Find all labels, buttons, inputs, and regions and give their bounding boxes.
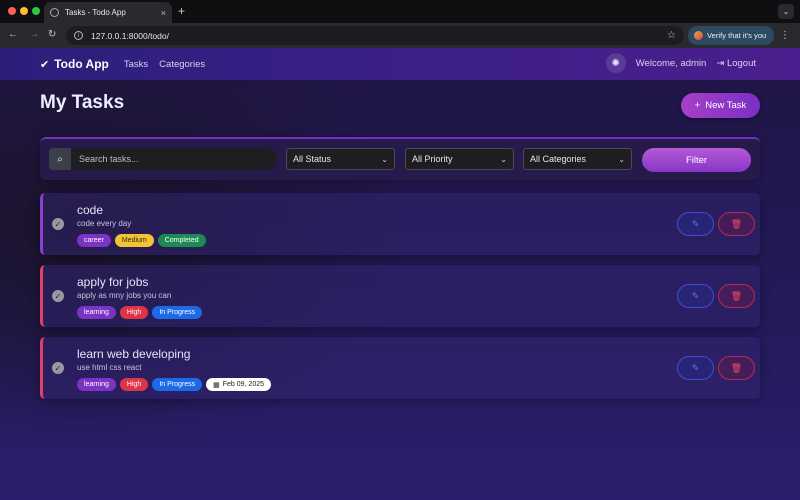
task-title: code bbox=[77, 203, 104, 217]
profile-icon bbox=[694, 31, 703, 40]
priority-badge: High bbox=[119, 306, 149, 319]
edit-task-button[interactable]: ✎ bbox=[677, 284, 714, 308]
task-description: code every day bbox=[77, 219, 132, 228]
page-title: My Tasks bbox=[40, 92, 125, 113]
navbar-user-area: ✺ Welcome, admin ⇥ Logout bbox=[605, 53, 756, 73]
browser-tab[interactable]: Tasks - Todo App × bbox=[44, 2, 172, 23]
plus-icon: + bbox=[694, 100, 701, 111]
app-body: ✔ Todo App Tasks Categories ✺ Welcome, a… bbox=[0, 48, 800, 500]
brand-link[interactable]: ✔ Todo App bbox=[40, 57, 109, 71]
task-check-icon[interactable]: ✓ bbox=[52, 362, 64, 374]
edit-task-button[interactable]: ✎ bbox=[677, 356, 714, 380]
trash-icon: 🗑 bbox=[730, 218, 743, 229]
navbar: ✔ Todo App Tasks Categories ✺ Welcome, a… bbox=[0, 48, 800, 80]
tab-search-button[interactable]: ⌄ bbox=[778, 4, 794, 19]
due-date-text: Feb 09, 2025 bbox=[222, 381, 265, 388]
task-title: learn web developing bbox=[77, 347, 191, 361]
logout-icon: ⇥ bbox=[716, 57, 725, 69]
edit-icon: ✎ bbox=[691, 362, 700, 373]
task-description: use html css react bbox=[77, 363, 142, 372]
delete-task-button[interactable]: 🗑 bbox=[718, 212, 755, 236]
check-double-icon: ✔ bbox=[40, 58, 50, 71]
brand-name: Todo App bbox=[54, 57, 109, 71]
chevron-down-icon: ⌄ bbox=[618, 154, 625, 164]
new-task-label: New Task bbox=[705, 100, 747, 111]
reload-icon[interactable]: ↻ bbox=[48, 29, 56, 40]
chevron-down-icon: ⌄ bbox=[500, 154, 507, 164]
task-card: ✓ learn web developing use html css reac… bbox=[40, 337, 760, 399]
status-badge: Completed bbox=[157, 234, 206, 247]
filter-bar: ⌕ All Status ⌄ All Priority ⌄ All Catego… bbox=[40, 137, 760, 180]
task-card: ✓ apply for jobs apply as mny jobs you c… bbox=[40, 265, 760, 327]
new-tab-button[interactable]: + bbox=[178, 4, 185, 18]
edit-icon: ✎ bbox=[691, 290, 700, 301]
nav-link-categories[interactable]: Categories bbox=[159, 59, 205, 70]
close-window-button[interactable] bbox=[8, 7, 16, 15]
forward-icon[interactable]: → bbox=[29, 29, 39, 40]
trash-icon: 🗑 bbox=[730, 362, 743, 373]
welcome-text: Welcome, admin bbox=[635, 57, 707, 69]
close-tab-icon[interactable]: × bbox=[161, 8, 166, 18]
browser-menu-icon[interactable]: ⋮ bbox=[780, 30, 790, 41]
browser-tab-bar: Tasks - Todo App × + ⌄ bbox=[0, 0, 800, 23]
category-select-value: All Categories bbox=[530, 154, 587, 164]
status-badge: In Progress bbox=[152, 306, 203, 319]
back-icon[interactable]: ← bbox=[8, 29, 18, 40]
priority-select-value: All Priority bbox=[412, 154, 453, 164]
task-check-icon[interactable]: ✓ bbox=[52, 218, 64, 230]
maximize-window-button[interactable] bbox=[32, 7, 40, 15]
task-title: apply for jobs bbox=[77, 275, 149, 289]
edit-task-button[interactable]: ✎ bbox=[677, 212, 714, 236]
delete-task-button[interactable]: 🗑 bbox=[718, 356, 755, 380]
logout-link[interactable]: ⇥ Logout bbox=[716, 58, 756, 69]
browser-toolbar: ← → ↻ i 127.0.0.1:8000/todo/ ☆ Verify th… bbox=[0, 23, 800, 48]
priority-select[interactable]: All Priority ⌄ bbox=[405, 148, 514, 170]
chevron-down-icon: ⌄ bbox=[381, 154, 388, 164]
edit-icon: ✎ bbox=[691, 218, 700, 229]
search-icon[interactable]: ⌕ bbox=[49, 148, 71, 170]
category-badge: learning bbox=[77, 306, 116, 319]
priority-badge: High bbox=[119, 378, 149, 391]
minimize-window-button[interactable] bbox=[20, 7, 28, 15]
task-check-icon[interactable]: ✓ bbox=[52, 290, 64, 302]
due-date-badge: ▦ Feb 09, 2025 bbox=[206, 378, 272, 391]
status-select-value: All Status bbox=[293, 154, 332, 164]
calendar-icon: ▦ bbox=[213, 381, 220, 389]
filter-button[interactable]: Filter bbox=[642, 148, 751, 172]
task-badges: career Medium Completed bbox=[77, 234, 206, 247]
status-badge: In Progress bbox=[152, 378, 203, 391]
logout-label: Logout bbox=[726, 57, 756, 69]
category-badge: learning bbox=[77, 378, 116, 391]
site-info-icon[interactable]: i bbox=[74, 31, 83, 40]
url-text: 127.0.0.1:8000/todo/ bbox=[91, 30, 169, 41]
bookmark-star-icon[interactable]: ☆ bbox=[667, 30, 676, 41]
theme-toggle-icon[interactable]: ✺ bbox=[605, 53, 626, 73]
globe-icon bbox=[50, 8, 59, 17]
verify-label: Verify that it's you bbox=[707, 31, 767, 40]
delete-task-button[interactable]: 🗑 bbox=[718, 284, 755, 308]
new-task-button[interactable]: + New Task bbox=[681, 93, 760, 118]
category-select[interactable]: All Categories ⌄ bbox=[523, 148, 632, 170]
nav-link-tasks[interactable]: Tasks bbox=[124, 59, 148, 70]
address-bar[interactable]: i 127.0.0.1:8000/todo/ ☆ bbox=[66, 26, 684, 45]
verify-identity-button[interactable]: Verify that it's you bbox=[688, 26, 774, 45]
tab-title: Tasks - Todo App bbox=[65, 8, 126, 17]
task-card: ✓ code code every day career Medium Comp… bbox=[40, 193, 760, 255]
search-input[interactable] bbox=[71, 148, 277, 170]
task-badges: learning High In Progress ▦ Feb 09, 2025 bbox=[77, 378, 272, 391]
task-description: apply as mny jobs you can bbox=[77, 291, 172, 300]
trash-icon: 🗑 bbox=[730, 290, 743, 301]
category-badge: career bbox=[77, 234, 111, 247]
status-select[interactable]: All Status ⌄ bbox=[286, 148, 395, 170]
priority-badge: Medium bbox=[114, 234, 154, 247]
task-badges: learning High In Progress bbox=[77, 306, 203, 319]
